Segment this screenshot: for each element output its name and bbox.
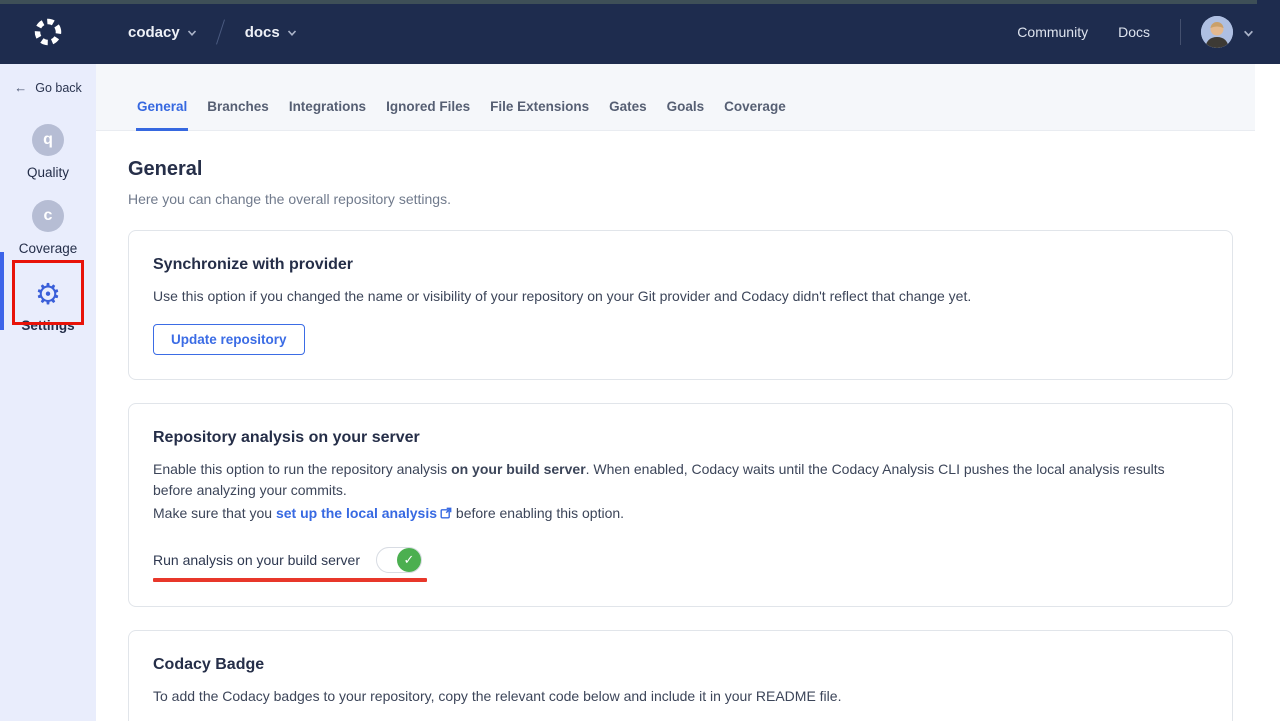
card-synchronize-with-provider: Synchronize with provider Use this optio… — [128, 230, 1233, 380]
toggle-check-icon: ✓ — [397, 548, 421, 572]
sidebar-item-coverage[interactable]: c Coverage — [0, 200, 96, 256]
card-title: Synchronize with provider — [153, 256, 1208, 274]
right-gutter — [1255, 64, 1280, 721]
tab-file-extensions[interactable]: File Extensions — [489, 99, 590, 131]
page-subtitle: Here you can change the overall reposito… — [128, 191, 1255, 207]
navbar-right: Community Docs — [1017, 16, 1252, 48]
app-root: codacy docs Community Docs — [0, 0, 1280, 721]
nav-link-community[interactable]: Community — [1017, 24, 1088, 40]
main-area: General Branches Integrations Ignored Fi… — [96, 64, 1255, 721]
sidebar-item-quality[interactable]: q Quality — [0, 124, 96, 180]
update-repository-button[interactable]: Update repository — [153, 324, 305, 355]
org-menu[interactable]: codacy — [128, 24, 196, 41]
settings-tab-bar: General Branches Integrations Ignored Fi… — [96, 64, 1255, 131]
tab-branches[interactable]: Branches — [206, 99, 270, 131]
page-title: General — [128, 158, 1255, 181]
card-codacy-badge: Codacy Badge To add the Codacy badges to… — [128, 630, 1233, 721]
tab-goals[interactable]: Goals — [666, 99, 706, 131]
card-repository-analysis: Repository analysis on your server Enabl… — [128, 403, 1233, 607]
nav-divider — [1180, 19, 1181, 45]
chevron-down-icon[interactable] — [1243, 28, 1252, 37]
annotation-red-underline — [153, 578, 427, 582]
go-back-button[interactable]: ← Go back — [0, 80, 96, 95]
breadcrumb-slash — [216, 19, 225, 44]
org-menu-label: codacy — [128, 24, 180, 41]
bold-text: on your build server — [451, 461, 586, 477]
settings-content: General Here you can change the overall … — [96, 131, 1255, 721]
sidebar-item-label: Settings — [21, 318, 74, 333]
codacy-logo-icon — [33, 17, 63, 47]
tab-coverage[interactable]: Coverage — [723, 99, 787, 131]
window-edge-strip — [0, 0, 1257, 4]
sidebar-item-settings[interactable]: ⚙ Settings — [0, 280, 96, 333]
breadcrumb: codacy docs — [128, 19, 296, 45]
nav-link-docs[interactable]: Docs — [1118, 24, 1150, 40]
coverage-icon: c — [32, 200, 64, 232]
repo-menu[interactable]: docs — [245, 24, 296, 41]
sidebar: ← Go back q Quality c Coverage ⚙ Setting… — [0, 64, 96, 721]
user-avatar[interactable] — [1201, 16, 1233, 48]
codacy-logo[interactable] — [0, 17, 96, 47]
chevron-down-icon — [287, 28, 296, 37]
tab-general[interactable]: General — [136, 99, 188, 131]
card-body: To add the Codacy badges to your reposit… — [153, 686, 1208, 707]
top-navbar: codacy docs Community Docs — [0, 0, 1280, 64]
chevron-down-icon — [187, 28, 196, 37]
card-body: Enable this option to run the repository… — [153, 459, 1208, 501]
tab-integrations[interactable]: Integrations — [288, 99, 367, 131]
quality-icon: q — [32, 124, 64, 156]
card-body-line2: Make sure that you set up the local anal… — [153, 503, 1208, 525]
gear-icon: ⚙ — [35, 280, 61, 312]
sidebar-item-label: Quality — [27, 165, 69, 180]
card-title: Repository analysis on your server — [153, 429, 1208, 447]
sidebar-item-label: Coverage — [19, 241, 78, 256]
card-body: Use this option if you changed the name … — [153, 286, 1208, 307]
back-arrow-icon: ← — [14, 80, 27, 95]
go-back-label: Go back — [35, 81, 82, 95]
tab-ignored-files[interactable]: Ignored Files — [385, 99, 471, 131]
setup-local-analysis-link[interactable]: set up the local analysis — [276, 505, 437, 521]
active-item-indicator — [0, 252, 4, 330]
repo-menu-label: docs — [245, 24, 280, 41]
external-link-icon — [440, 504, 452, 525]
tab-gates[interactable]: Gates — [608, 99, 648, 131]
card-title: Codacy Badge — [153, 656, 1208, 674]
toggle-label: Run analysis on your build server — [153, 552, 360, 568]
run-analysis-toggle[interactable]: ✓ — [376, 547, 422, 573]
toggle-row: Run analysis on your build server ✓ — [153, 547, 1208, 573]
